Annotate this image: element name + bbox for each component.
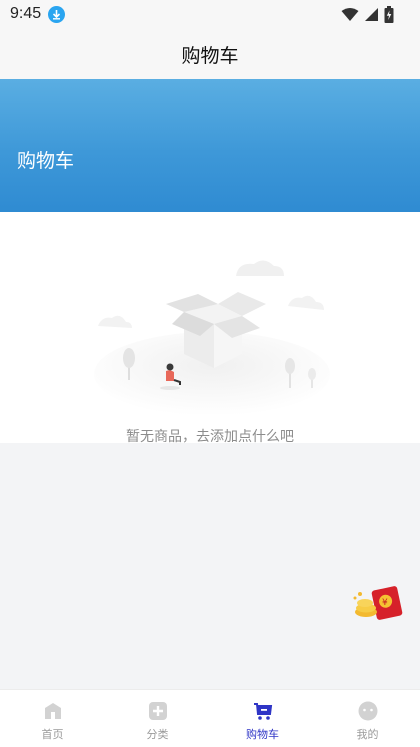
- app-bar: 购物车: [0, 30, 420, 79]
- empty-box-illustration: [94, 260, 330, 414]
- cart-icon: [253, 703, 272, 720]
- download-icon: [48, 6, 65, 23]
- tab-profile-label: 我的: [356, 728, 379, 741]
- category-icon: [148, 702, 167, 720]
- system-icons: [341, 5, 394, 23]
- profile-icon: [358, 701, 377, 721]
- empty-cart-message: 暂无商品，去添加点什么吧: [126, 429, 294, 445]
- red-packet-icon[interactable]: ¥: [350, 582, 410, 624]
- wifi-icon: [341, 7, 359, 21]
- status-bar: 9:45: [0, 0, 420, 30]
- empty-cart-panel: 暂无商品，去添加点什么吧: [0, 212, 420, 445]
- page-title: 购物车: [181, 45, 239, 67]
- tab-home-label: 首页: [41, 728, 64, 741]
- signal-icon: [365, 7, 378, 21]
- bottom-tab-bar: 首页 分类 购物车 我的: [0, 689, 420, 747]
- tab-home[interactable]: 首页: [0, 690, 105, 747]
- tab-profile[interactable]: 我的: [315, 690, 420, 747]
- svg-text:¥: ¥: [382, 598, 388, 608]
- banner-title: 购物车: [17, 150, 75, 172]
- tab-cart[interactable]: 购物车: [210, 690, 315, 747]
- tab-cart-label: 购物车: [246, 728, 279, 741]
- tab-category-label: 分类: [146, 728, 169, 741]
- home-icon: [44, 703, 61, 719]
- status-time: 9:45: [10, 5, 42, 22]
- cart-banner: 购物车: [0, 79, 420, 212]
- tab-category[interactable]: 分类: [105, 690, 210, 747]
- battery-icon: [384, 5, 394, 23]
